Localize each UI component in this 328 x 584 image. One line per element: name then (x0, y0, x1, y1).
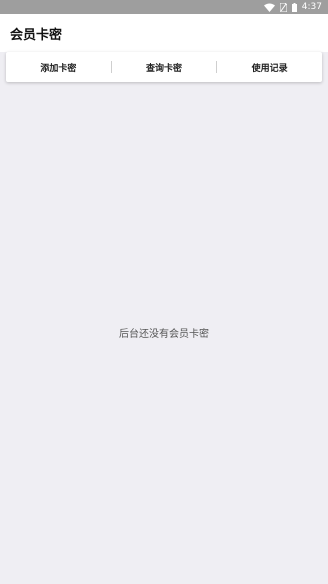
tab-usage-record[interactable]: 使用记录 (217, 61, 322, 74)
tab-bar: 添加卡密 查询卡密 使用记录 (6, 52, 322, 82)
battery-icon (291, 2, 297, 12)
sim-icon (279, 2, 287, 12)
page-title: 会员卡密 (10, 27, 63, 43)
tab-query-card[interactable]: 查询卡密 (112, 61, 217, 74)
tab-add-card[interactable]: 添加卡密 (6, 61, 111, 74)
empty-state-message: 后台还没有会员卡密 (119, 329, 209, 340)
wifi-icon (263, 3, 275, 12)
app-bar: 会员卡密 (0, 14, 328, 52)
status-time: 4:37 (301, 2, 322, 12)
status-bar: 4:37 (0, 0, 328, 14)
